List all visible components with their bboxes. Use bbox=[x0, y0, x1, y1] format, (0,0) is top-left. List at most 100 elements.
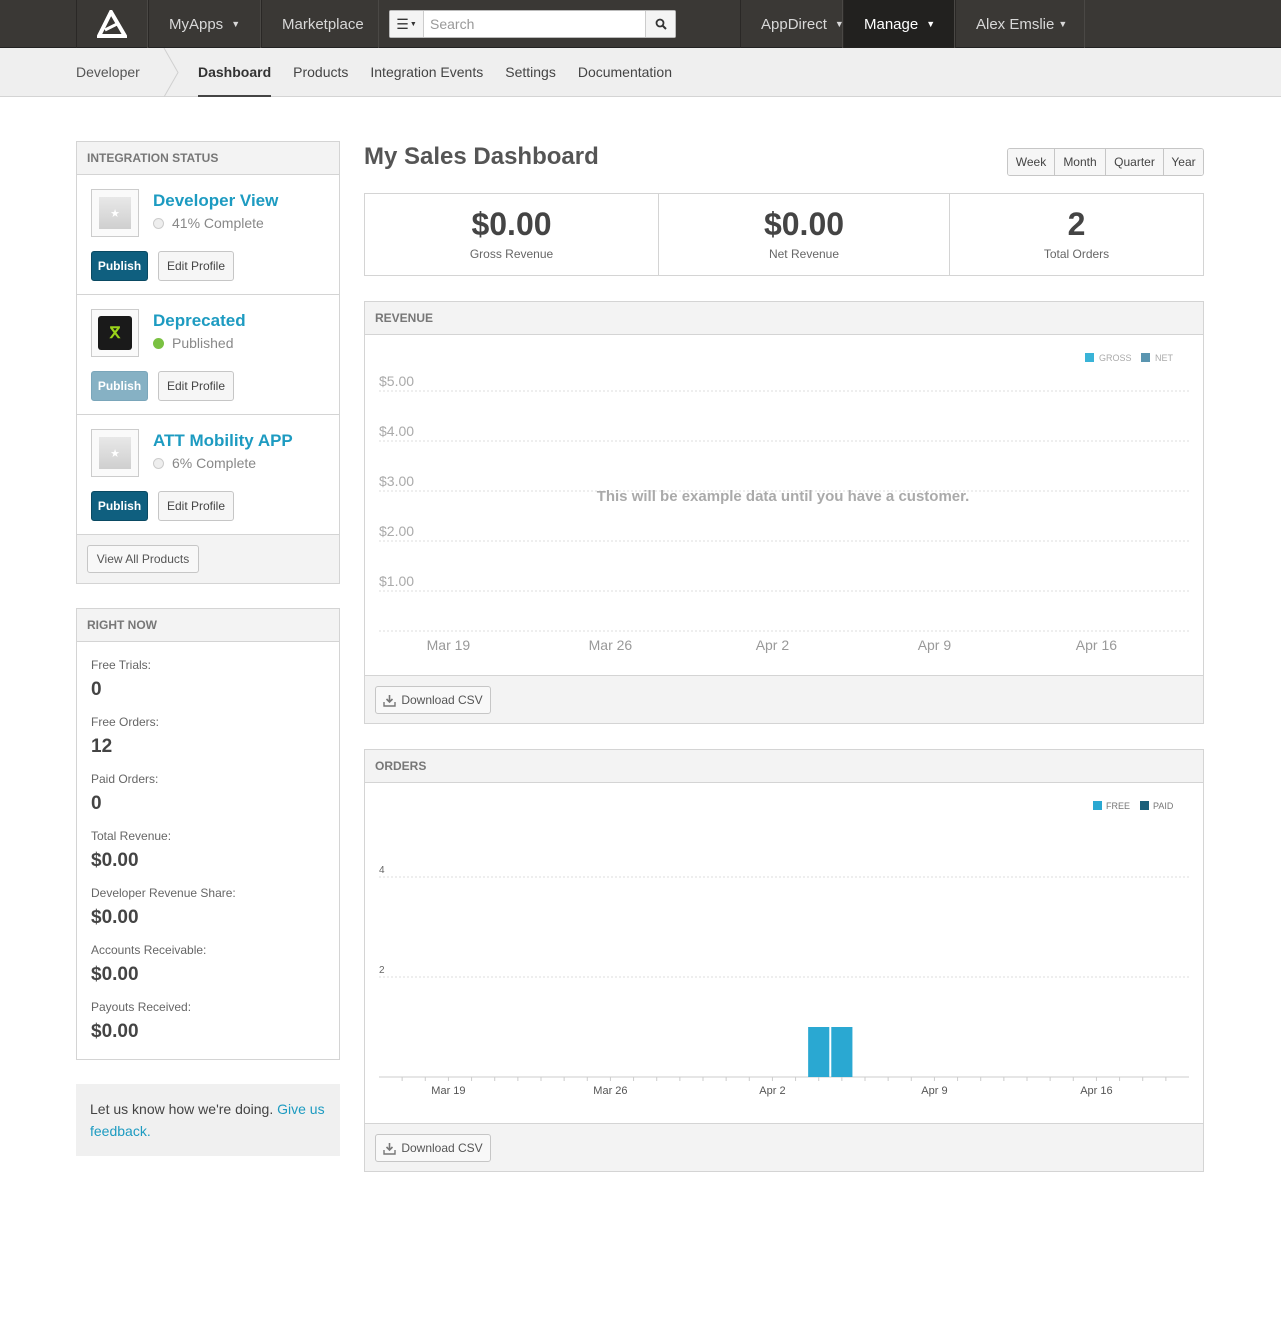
publish-button: Publish bbox=[91, 371, 148, 401]
edit-profile-button[interactable]: Edit Profile bbox=[158, 251, 234, 281]
legend-paid-label: PAID bbox=[1153, 801, 1174, 811]
product-card: ★ ATT Mobility APP 6% Complete Publish E… bbox=[77, 415, 339, 535]
page-title: My Sales Dashboard bbox=[364, 143, 599, 170]
stat-gross-revenue: $0.00 Gross Revenue bbox=[365, 194, 659, 275]
product-card: ★ Developer View 41% Complete Publish Ed… bbox=[77, 175, 339, 295]
product-status: 6% Complete bbox=[153, 455, 256, 471]
feedback-text: Let us know how we're doing. bbox=[90, 1101, 278, 1117]
product-name[interactable]: Deprecated bbox=[153, 311, 246, 331]
marketplace-link[interactable]: Marketplace bbox=[261, 0, 379, 48]
publish-button[interactable]: Publish bbox=[91, 491, 148, 521]
range-year-button[interactable]: Year bbox=[1164, 149, 1203, 175]
metric-label: Accounts Receivable: bbox=[91, 943, 207, 957]
integration-status-title: INTEGRATION STATUS bbox=[77, 142, 339, 175]
tab-products[interactable]: Products bbox=[293, 48, 348, 97]
legend-net-label: NET bbox=[1155, 353, 1174, 363]
x-tick-label: Apr 9 bbox=[921, 1085, 947, 1097]
range-month-button[interactable]: Month bbox=[1055, 149, 1106, 175]
view-all-footer: View All Products bbox=[77, 535, 339, 583]
right-now-list: Free Trials: 0 Free Orders: 12 Paid Orde… bbox=[77, 642, 339, 1055]
x-tick-label: Mar 19 bbox=[431, 1085, 465, 1097]
myapps-label: MyApps bbox=[169, 15, 224, 33]
search-scope-menu-icon[interactable]: ☰ ▼ bbox=[390, 11, 424, 37]
orders-chart-title: ORDERS bbox=[365, 750, 1203, 783]
app-logo-icon: ⴳ bbox=[91, 309, 139, 357]
metric-value: 0 bbox=[91, 679, 102, 700]
search-box: ☰ ▼ bbox=[389, 10, 676, 38]
stat-label: Gross Revenue bbox=[469, 247, 554, 261]
metric-value: 0 bbox=[91, 793, 102, 814]
metric-value: 12 bbox=[91, 736, 113, 757]
metric-label: Developer Revenue Share: bbox=[91, 886, 236, 900]
legend-gross-swatch bbox=[1085, 353, 1094, 362]
status-dot-icon bbox=[153, 217, 164, 229]
edit-profile-button[interactable]: Edit Profile bbox=[158, 491, 234, 521]
tab-integration-events[interactable]: Integration Events bbox=[370, 48, 483, 97]
x-tick-label: Mar 26 bbox=[589, 637, 633, 653]
legend-free-swatch bbox=[1093, 801, 1102, 810]
user-menu[interactable]: Alex Emslie ▼ bbox=[955, 0, 1085, 48]
metric-value: $0.00 bbox=[91, 907, 139, 928]
edit-profile-button[interactable]: Edit Profile bbox=[158, 371, 234, 401]
appdirect-menu[interactable]: AppDirect ▼ bbox=[740, 0, 844, 48]
tab-settings[interactable]: Settings bbox=[505, 48, 556, 97]
search-icon[interactable] bbox=[645, 11, 675, 37]
stat-label: Net Revenue bbox=[768, 247, 840, 261]
metric-label: Total Revenue: bbox=[91, 829, 172, 843]
bar-free bbox=[831, 1027, 853, 1077]
x-tick-label: Mar 19 bbox=[427, 637, 471, 653]
caret-down-icon: ▼ bbox=[926, 19, 936, 29]
caret-down-icon: ▼ bbox=[231, 19, 241, 29]
product-status-text: 6% Complete bbox=[172, 455, 257, 471]
search-area: ☰ ▼ bbox=[379, 0, 676, 48]
stat-value: $0.00 bbox=[763, 206, 845, 242]
stat-net-revenue: $0.00 Net Revenue bbox=[659, 194, 950, 275]
manage-menu[interactable]: Manage ▼ bbox=[843, 0, 955, 48]
product-name[interactable]: ATT Mobility APP bbox=[153, 431, 293, 451]
top-navbar: MyApps ▼ Marketplace ☰▼ AppDirect ▼ Mana… bbox=[0, 0, 1281, 48]
legend-gross-label: GROSS bbox=[1099, 353, 1132, 363]
right-now-panel: RIGHT NOW Free Trials: 0 Free Orders: 12… bbox=[76, 608, 340, 1060]
caret-down-icon: ▼ bbox=[1058, 19, 1068, 29]
y-tick-label: 4 bbox=[379, 865, 385, 876]
stat-total-orders: 2 Total Orders bbox=[950, 194, 1203, 275]
download-icon bbox=[383, 694, 397, 707]
view-all-products-button[interactable]: View All Products bbox=[87, 545, 199, 573]
legend-free-label: FREE bbox=[1106, 801, 1130, 811]
orders-chart-footer: Download CSV bbox=[365, 1123, 1203, 1171]
x-tick-label: Apr 2 bbox=[756, 637, 790, 653]
download-csv-label: Download CSV bbox=[401, 1141, 483, 1155]
tab-dashboard[interactable]: Dashboard bbox=[198, 48, 272, 97]
metric-value: $0.00 bbox=[91, 964, 139, 985]
bar-free bbox=[808, 1027, 830, 1077]
appdirect-label: AppDirect bbox=[761, 15, 827, 33]
product-status-text: 41% Complete bbox=[172, 215, 264, 231]
x-tick-label: Mar 26 bbox=[593, 1085, 627, 1097]
metric-label: Free Orders: bbox=[91, 715, 160, 729]
x-tick-label: Apr 2 bbox=[759, 1085, 785, 1097]
publish-button[interactable]: Publish bbox=[91, 251, 148, 281]
y-tick-label: $4.00 bbox=[379, 423, 414, 439]
download-csv-button[interactable]: Download CSV bbox=[375, 686, 491, 714]
myapps-menu[interactable]: MyApps ▼ bbox=[148, 0, 261, 48]
orders-chart: FREE PAID 4 2 Mar 19 Mar 26 Apr 2 Apr 9 Apr 16 bbox=[379, 801, 1189, 1097]
metric-value: $0.00 bbox=[91, 1021, 139, 1042]
user-name: Alex Emslie bbox=[976, 15, 1055, 33]
star-placeholder-icon: ★ bbox=[91, 189, 139, 237]
sub-navbar: Developer Dashboard Products Integration… bbox=[0, 48, 1281, 97]
search-input[interactable] bbox=[424, 11, 645, 37]
y-tick-label: 2 bbox=[379, 965, 385, 976]
legend-net-swatch bbox=[1141, 353, 1150, 362]
range-week-button[interactable]: Week bbox=[1008, 149, 1055, 175]
metric-label: Payouts Received: bbox=[91, 1000, 192, 1014]
orders-chart-panel: ORDERS FREE PAID 4 2 Mar 19 Mar 26 Apr 2 Apr 9 A… bbox=[364, 749, 1204, 1172]
product-name[interactable]: Developer View bbox=[153, 191, 278, 211]
tab-documentation[interactable]: Documentation bbox=[578, 48, 672, 97]
revenue-chart-panel: REVENUE GROSS NET $5.00 $4.00 $3.00 $2.00 $1.0… bbox=[364, 301, 1204, 724]
stat-value: $0.00 bbox=[471, 206, 552, 242]
appdirect-logo-icon[interactable] bbox=[76, 0, 148, 48]
y-tick-label: $1.00 bbox=[379, 573, 414, 589]
breadcrumb-developer[interactable]: Developer bbox=[76, 48, 140, 97]
range-quarter-button[interactable]: Quarter bbox=[1106, 149, 1164, 175]
download-csv-button[interactable]: Download CSV bbox=[375, 1134, 491, 1162]
